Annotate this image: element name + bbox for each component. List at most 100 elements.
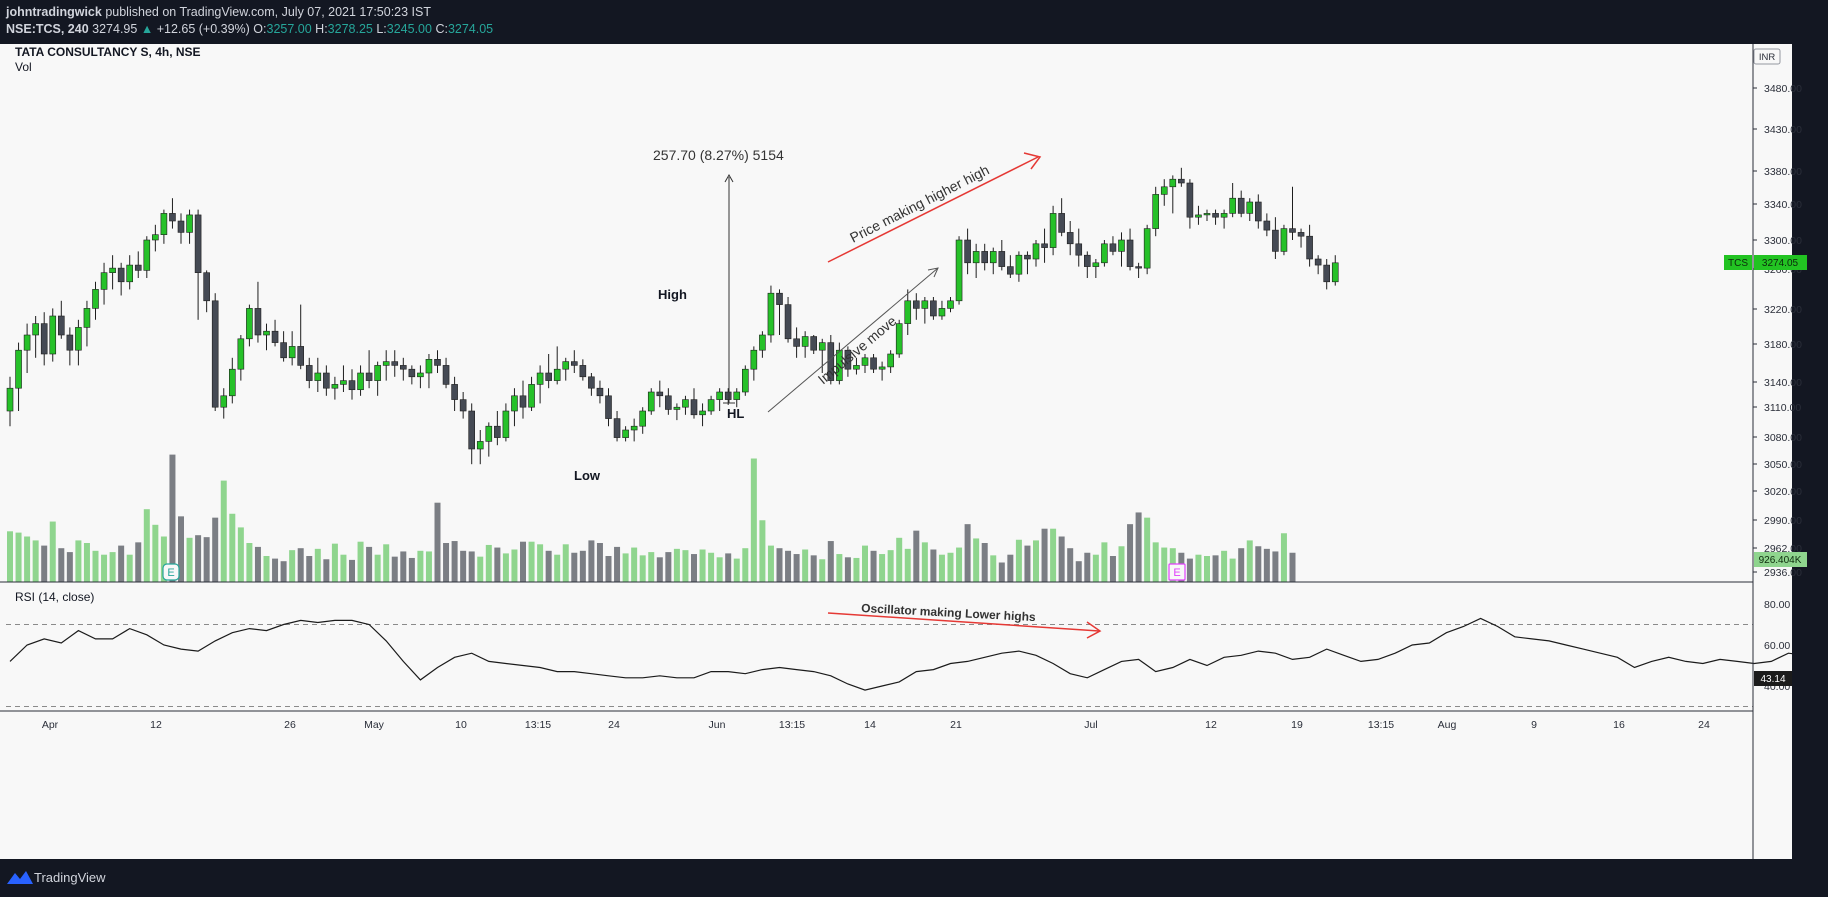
volume-bar [229,513,236,582]
candle-body [579,365,587,378]
volume-bar [767,545,774,582]
candle-body [972,251,980,264]
candle-body [502,410,510,438]
volume-bar [1238,548,1245,582]
volume-bar [135,542,142,582]
volume-bar [126,554,133,582]
volume-bar [1118,546,1125,582]
volume-bar [964,524,971,582]
volume-bar [990,555,997,582]
volume-bar [1221,550,1228,582]
volume-bar [118,545,125,582]
candle-body [331,384,339,389]
candle-body [776,292,783,305]
volume-bar [819,559,826,582]
volume-bar [1050,528,1057,582]
candle-body [348,380,356,391]
candle-body [733,391,741,400]
brand-name[interactable]: TradingView [34,870,106,885]
chart-title: TATA CONSULTANCY S, 4h, NSE [15,45,201,59]
candle-body [511,395,518,412]
volume-bar [357,541,364,582]
volume-bar [477,556,484,582]
volume-bar [836,554,843,582]
rsi-value-label: 43.14 [1760,674,1785,685]
volume-bar [1015,539,1022,582]
candle-body [801,336,809,347]
volume-bar [1229,558,1236,582]
candle-body [1255,201,1262,222]
candle-body [1263,220,1271,231]
volume-bar [691,554,697,582]
volume-bar [596,543,603,582]
candle-body [323,372,330,389]
candle-body [442,365,450,385]
rsi-indicator-label: RSI (14, close) [15,590,94,604]
candle-body [716,391,723,400]
open-value: 3257.00 [266,22,312,36]
candle-body [707,399,715,412]
candle-body [1058,213,1065,233]
volume-bar [468,551,475,582]
publisher-name[interactable]: johntradingwick [6,5,102,19]
price-tick-label: 3020.00 [1764,486,1802,498]
price-tick-label: 3220.00 [1764,304,1802,316]
candle-body [741,368,749,393]
candle-body [66,334,74,351]
chart-background [0,44,1828,859]
volume-bar [1186,558,1193,582]
candle-body [15,349,22,389]
volume-bar [1041,528,1048,582]
volume-bar [973,538,980,582]
candle-body [853,365,860,370]
tradingview-logo-icon[interactable] [6,868,34,886]
candle-body [246,308,253,340]
volume-bar [1289,552,1296,582]
volume-bar [340,554,347,582]
volume-bar [879,554,886,582]
price-tick-label: 3180.00 [1764,339,1802,351]
volume-bar [648,552,655,582]
volume-bar [537,544,544,582]
measure-label: 257.70 (8.27%) 5154 [653,147,784,163]
candle-body [947,300,954,309]
candle-body [605,395,612,419]
candle-body [562,361,570,370]
volume-bar [785,550,792,582]
candle-body [126,264,133,283]
candle-body [297,346,305,366]
volume-bar [41,545,48,582]
candle-body [1135,266,1142,269]
earnings-icon-label: E [1173,567,1180,579]
candle-body [998,251,1006,267]
volume-bar [1033,540,1039,582]
volume-bar [66,552,73,582]
candle-body [989,251,997,264]
candle-body [23,334,31,351]
volume-bar [280,561,287,582]
candle-body [912,300,920,309]
volume-bar [588,540,595,582]
chart-canvas[interactable]: 353480.003430.003380.003340.003300.00326… [0,44,1828,859]
volume-bar [947,552,954,582]
volume-bar [58,548,65,582]
candle-body [767,292,775,336]
candle-body [177,220,185,233]
volume-bar [502,553,509,582]
volume-bar [708,552,715,582]
volume-bar [220,480,227,582]
candle-body [784,304,792,340]
volume-bar [1084,552,1091,582]
candle-body [895,323,903,355]
volume-bar [254,546,261,582]
candle-body [92,289,99,309]
volume-bar [1152,542,1159,582]
candle-body [665,395,672,410]
volume-bar [246,543,253,582]
volume-bar [656,557,663,582]
price-tick-label: 3140.00 [1764,377,1802,389]
volume-bar [665,552,672,582]
time-tick-label: 13:15 [1368,719,1394,731]
candle-body [340,380,347,385]
volume-bar [810,555,817,582]
